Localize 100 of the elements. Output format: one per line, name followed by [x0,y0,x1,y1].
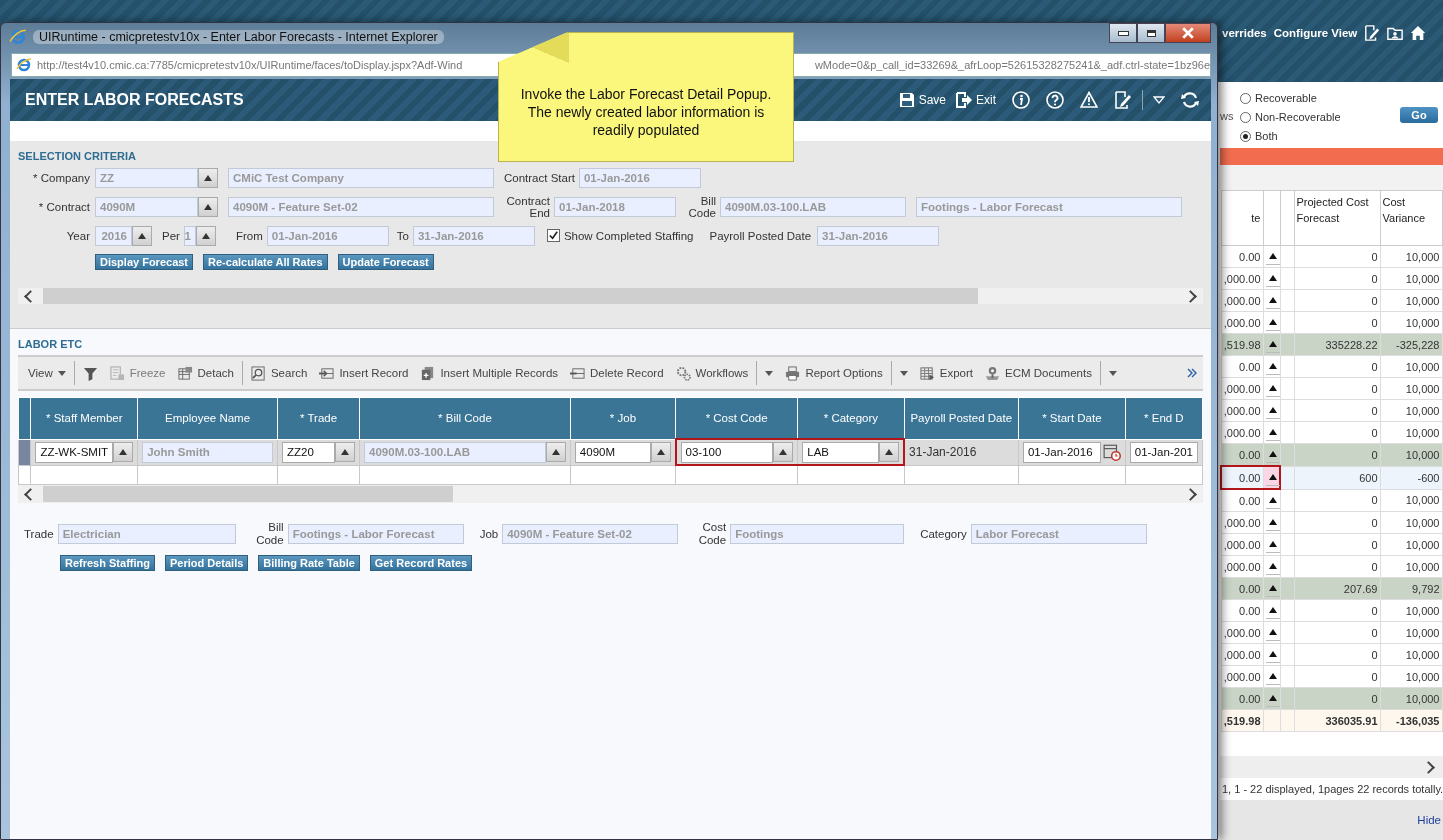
lookup-button[interactable] [650,442,671,462]
refresh-icon[interactable] [1181,91,1199,109]
toolbar-button[interactable]: Insert Multiple Records [416,365,563,381]
input-field[interactable]: 4090M [574,441,651,463]
radio-button[interactable] [1240,130,1251,142]
input-field: 31-Jan-2016 [412,225,535,246]
table-cell: 0 [1294,665,1380,688]
action-button[interactable]: Get Record Rates [369,555,473,571]
field-label: Payroll Posted Date [709,229,812,242]
toolbar-button[interactable]: Workflows [671,365,753,381]
browser-icon [16,57,32,73]
toolbar-button[interactable]: View [24,367,70,379]
table-cell: 31-Jan-2016 [909,445,977,459]
scrollbar[interactable] [18,485,1203,503]
toolbar-button[interactable]: Search [246,365,312,381]
edit-icon[interactable] [1364,25,1381,41]
caret-icon[interactable] [1153,96,1165,104]
spin-button[interactable] [195,225,216,246]
folder-icon[interactable] [1387,25,1404,41]
lookup-button[interactable] [198,196,218,217]
column-header: * Bill Code [359,397,571,439]
toolbar-button[interactable]: Report Options [781,365,887,381]
input-field: 4090M - Feature Set-02 [228,196,494,217]
table-cell: ,000.00 [1221,399,1263,422]
action-button[interactable]: Refresh Staffing [60,555,155,571]
checkbox[interactable] [546,229,560,242]
input-field[interactable]: ZZ-WK-SMIT [35,441,114,463]
lookup-button[interactable] [773,442,794,462]
input-field: 31-Jan-2016 [817,225,940,246]
scrollbar[interactable] [1220,756,1443,778]
header-link[interactable]: Configure View [1273,27,1358,39]
minimize-button[interactable] [1109,23,1137,43]
field-label: Bill Code [687,194,716,219]
go-button[interactable]: Go [1400,107,1438,123]
table-icon [177,365,193,381]
table-cell: 0 [1294,289,1380,312]
table-cell: 0 [1294,399,1380,422]
action-button[interactable]: Billing Rate Table [258,555,360,571]
info-icon[interactable] [1012,91,1030,109]
warning-icon[interactable] [1080,91,1098,109]
radio-button[interactable] [1240,111,1251,123]
field-label: Per [162,229,180,242]
search-icon [250,365,266,381]
url-text: wMode=0&p_call_id=33269&_afrLoop=52615328275241&_adf.ctrl-state=1bz96e [814,59,1210,71]
exit-button[interactable]: Exit [956,92,996,108]
column-header: * Job [570,397,676,439]
table-cell: 10,000 [1380,355,1442,378]
save-button[interactable]: Save [898,92,946,108]
table-cell: 0 [1294,355,1380,378]
input-field[interactable]: LAB [802,441,880,463]
table-cell: ,000.00 [1221,511,1263,534]
toolbar-button[interactable]: Insert Record [315,365,413,381]
toolbar-button[interactable]: Export [915,365,977,381]
close-button[interactable] [1165,23,1211,43]
lookup-button[interactable] [198,167,218,188]
caret-icon [899,370,908,376]
table-cell: 0.00 [1221,687,1263,710]
table-cell: ,000.00 [1221,421,1263,444]
lookup-button[interactable] [113,442,134,462]
radio-button[interactable] [1240,92,1251,104]
action-button[interactable]: Display Forecast [95,254,194,270]
input-field: 01-Jan-2016 [266,225,389,246]
header-link[interactable]: verrides [1222,27,1267,39]
toolbar-button[interactable]: Detach [173,365,238,381]
maximize-button[interactable] [1137,23,1165,43]
action-button[interactable]: Period Details [164,555,249,571]
table-cell: 0 [1294,421,1380,444]
input-field[interactable]: ZZ20 [282,441,336,463]
note-text: Invoke the Labor Forecast Detail Popup. The newly created labor information is readily populated [519,85,773,139]
table-cell: 10,000 [1380,399,1442,422]
date-field[interactable]: 01-Jan-2016 [1022,441,1101,463]
column-header: te [1221,190,1263,246]
field-label: From [235,229,263,242]
spin-button[interactable] [132,225,152,246]
table-cell: 10,000 [1380,533,1442,556]
action-button[interactable]: Re-calculate All Rates [203,254,328,270]
input-field[interactable]: 01-Jan-201 [1129,441,1198,463]
toolbar-button[interactable]: Delete Record [566,365,668,381]
column-header: Projected Cost Forecast [1294,190,1380,246]
home-icon[interactable] [1410,25,1427,41]
calendar-icon[interactable] [1102,443,1121,461]
lookup-button[interactable] [879,442,900,462]
input-field: 01-Jan-2016 [578,167,701,188]
table-cell: 0 [1294,533,1380,556]
input-field[interactable]: 03-100 [680,441,774,463]
row-indicator[interactable] [18,439,31,465]
column-header: * Start Date [1018,397,1126,439]
toolbar-button[interactable]: ECM Documents [981,365,1096,381]
hide-link[interactable]: Hide [1417,814,1443,826]
table-cell: 10,000 [1380,421,1442,444]
section-title: LABOR ETC [18,337,83,351]
scroll-thumb[interactable] [43,486,453,502]
help-icon[interactable] [1046,91,1064,109]
scroll-thumb[interactable] [43,288,978,304]
scrollbar[interactable] [18,288,1203,304]
edit-icon[interactable] [1114,91,1132,109]
more-icon[interactable] [1187,368,1197,378]
action-button[interactable]: Update Forecast [337,254,434,270]
table-cell: 10,000 [1380,599,1442,622]
lookup-button[interactable] [335,442,356,462]
